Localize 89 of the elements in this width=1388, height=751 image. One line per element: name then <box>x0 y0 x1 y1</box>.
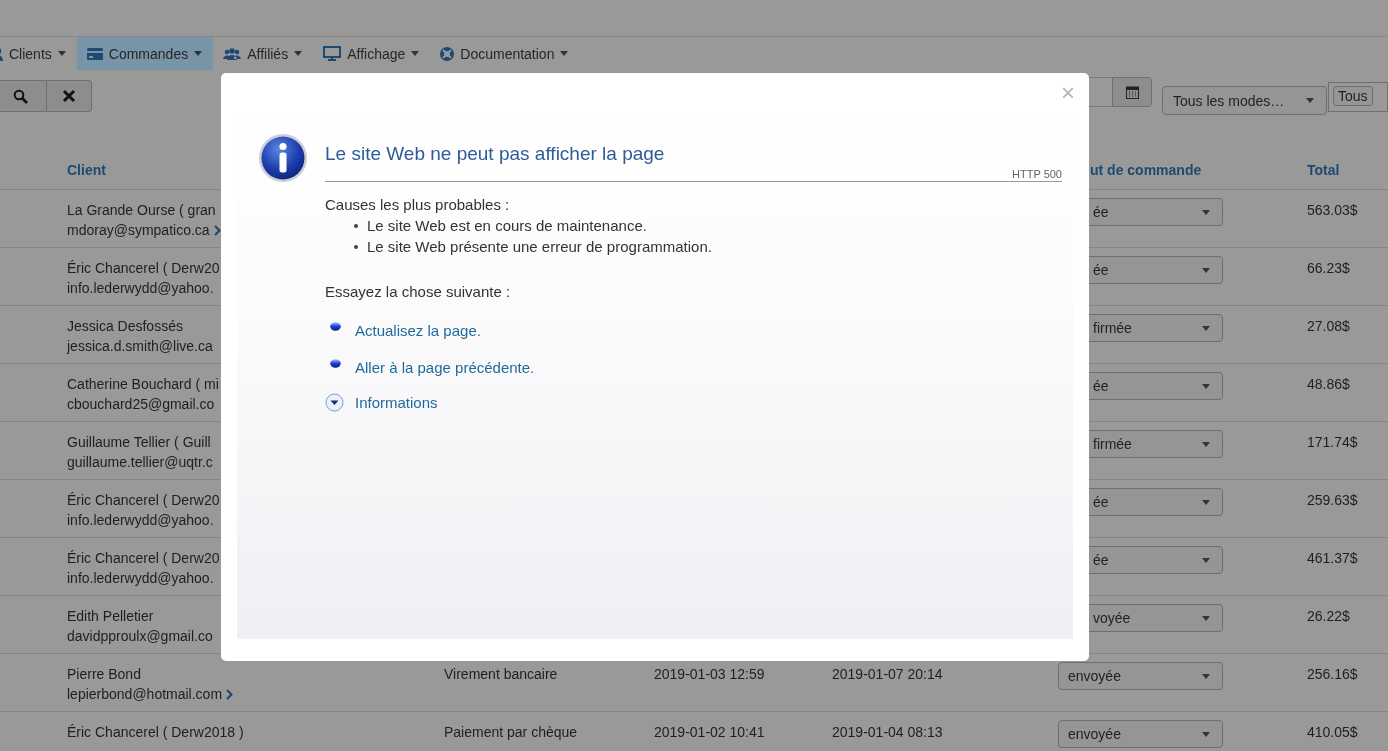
client-email: info.lederwydd@yahoo. <box>67 511 214 530</box>
caret-icon <box>1202 673 1210 679</box>
suggestion-link[interactable]: Aller à la page précédente. <box>325 359 535 376</box>
client-name: Catherine Bouchard ( mi <box>67 375 219 394</box>
column-header: Client <box>67 162 106 178</box>
close-icon <box>62 89 76 103</box>
caret-icon <box>57 51 66 56</box>
caret-icon <box>1202 267 1210 273</box>
details-toggle[interactable]: Informations <box>325 393 438 412</box>
client-email: guillaume.tellier@uqtr.c <box>67 453 213 472</box>
calendar-button[interactable] <box>1112 77 1152 107</box>
cause-item: Le site Web présente une erreur de programmation. <box>354 236 1062 257</box>
chevron-right-icon[interactable] <box>213 224 221 236</box>
chevron-right-icon[interactable] <box>226 688 234 700</box>
dialog-title: Le site Web ne peut pas afficher la page <box>325 142 666 165</box>
caret-icon <box>560 51 569 56</box>
column-header: Total <box>1307 162 1340 178</box>
nav-menu-item[interactable]: Documentation <box>430 37 580 70</box>
client-name: Éric Chancerel ( Derw20 <box>67 549 220 568</box>
bullet-icon <box>330 322 341 331</box>
card-icon <box>86 47 103 60</box>
order-total: 27.08$ <box>1307 318 1350 334</box>
bullet-icon <box>354 245 358 249</box>
nav-menu-item[interactable]: Commandes <box>76 37 214 70</box>
caret-icon <box>1202 325 1210 331</box>
order-total: 66.23$ <box>1307 260 1350 276</box>
client-name: Jessica Desfossés <box>67 317 183 336</box>
status-dropdown[interactable]: envoyée <box>1058 720 1223 748</box>
causes-heading: Causes les plus probables : <box>325 195 511 215</box>
order-total: 461.37$ <box>1307 550 1358 566</box>
client-email: cbouchard25@gmail.co <box>67 395 215 414</box>
client-email: info.lederwydd@yahoo. <box>67 279 214 298</box>
nav-menu-item[interactable]: Affichage <box>313 37 431 70</box>
client-name: Guillaume Tellier ( Guill <box>67 433 211 452</box>
client-name: Éric Chancerel ( Derw2018 ) <box>67 723 244 742</box>
order-total: 26.22$ <box>1307 608 1350 624</box>
users-icon <box>223 47 242 60</box>
client-email: mdoray@sympatico.ca <box>67 221 210 240</box>
status-dropdown[interactable]: envoyée <box>1058 662 1223 690</box>
caret-icon <box>1202 441 1210 447</box>
nav-menu-item[interactable]: Affiliés <box>213 37 314 70</box>
nav-menu-item[interactable]: Clients <box>0 37 77 70</box>
order-total: 563.03$ <box>1307 202 1358 218</box>
client-email: jessica.d.smith@live.ca <box>67 337 213 356</box>
caret-icon <box>1306 98 1314 103</box>
order-total: 410.05$ <box>1307 724 1358 740</box>
clear-button[interactable] <box>47 80 92 112</box>
client-email: info.lederwydd@yahoo. <box>67 569 214 588</box>
order-total: 259.63$ <box>1307 492 1358 508</box>
caret-icon <box>194 51 203 56</box>
caret-icon <box>1202 557 1210 563</box>
caret-icon <box>1202 499 1210 505</box>
caret-icon <box>1202 383 1210 389</box>
suggestions-heading: Essayez la chose suivante : <box>325 282 512 302</box>
column-header: ut de commande <box>1090 162 1202 178</box>
info-icon <box>258 133 308 183</box>
bullet-icon <box>354 224 358 228</box>
date-cell: 2019-01-07 20:14 <box>832 666 943 682</box>
caret-icon <box>411 51 420 56</box>
client-name: Edith Pelletier <box>67 607 154 626</box>
mode-select[interactable]: Tous les modes… <box>1162 86 1327 115</box>
order-total: 48.86$ <box>1307 376 1350 392</box>
suggestion-link[interactable]: Actualisez la page. <box>325 322 481 339</box>
client-name: Éric Chancerel ( Derw20 <box>67 491 220 510</box>
caret-icon <box>294 51 303 56</box>
monitor-icon <box>323 46 342 61</box>
client-email: lepierbond@hotmail.com <box>67 685 223 704</box>
search-button[interactable] <box>0 80 47 112</box>
order-total: 171.74$ <box>1307 434 1358 450</box>
date-cell: 2019-01-04 08:13 <box>832 724 943 740</box>
error-code: HTTP 500 <box>1012 168 1062 180</box>
client-name: La Grande Ourse ( gran <box>67 201 216 220</box>
client-email: davidpproulx@gmail.co <box>67 627 213 646</box>
payment-method: Virement bancaire <box>444 666 558 682</box>
date-cell: 2019-01-02 10:41 <box>654 724 765 740</box>
order-total: 256.16$ <box>1307 666 1358 682</box>
calendar-icon <box>1125 85 1139 99</box>
lifebuoy-icon <box>440 46 455 61</box>
bullet-icon <box>330 359 341 368</box>
caret-icon <box>1202 209 1210 215</box>
expand-icon <box>325 393 344 412</box>
client-name: Éric Chancerel ( Derw20 <box>67 259 220 278</box>
search-icon <box>13 88 28 104</box>
status-select[interactable]: Tous <box>1333 86 1373 106</box>
caret-icon <box>1202 615 1210 621</box>
date-cell: 2019-01-03 12:59 <box>654 666 765 682</box>
payment-method: Paiement par chèque <box>444 724 578 740</box>
client-name: Pierre Bond <box>67 665 141 684</box>
caret-icon <box>1202 731 1210 737</box>
